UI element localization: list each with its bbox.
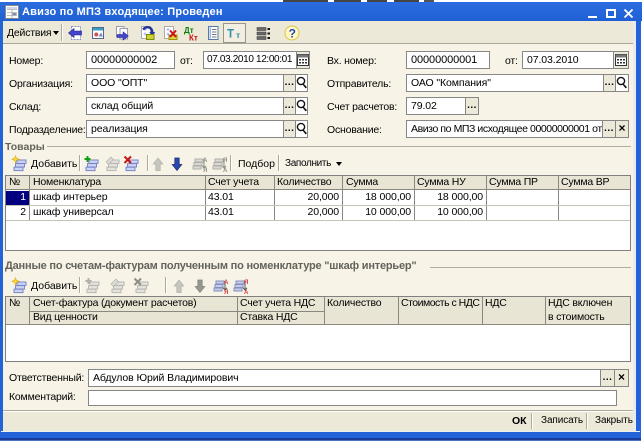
svg-text:Кт: Кт xyxy=(189,34,198,42)
svg-text:А: А xyxy=(224,280,229,286)
svg-text:А: А xyxy=(223,168,228,173)
svg-text:Я: Я xyxy=(224,290,228,295)
svg-text:?: ? xyxy=(289,27,296,41)
svg-text:Я: Я xyxy=(223,158,227,164)
svg-text:т: т xyxy=(236,30,240,40)
svg-text:Я: Я xyxy=(244,280,248,286)
svg-text:А: А xyxy=(203,158,208,164)
svg-text:А: А xyxy=(244,290,249,295)
svg-text:Т: Т xyxy=(227,29,234,41)
svg-text:Я: Я xyxy=(203,168,207,173)
